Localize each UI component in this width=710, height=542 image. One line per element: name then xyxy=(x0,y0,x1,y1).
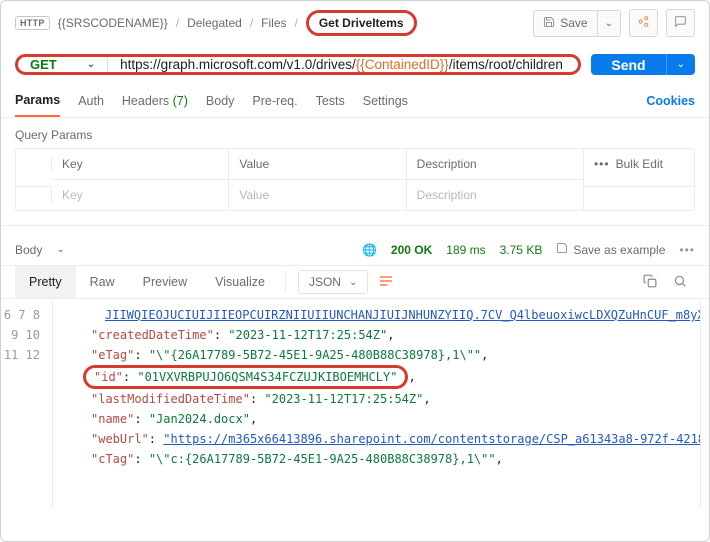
qp-header-row: Key Value Description •••Bulk Edit xyxy=(16,149,694,179)
code-area[interactable]: JIIWQIEOJUCIUIJIIEOPCUIRZNIIUIIUNCHANJIU… xyxy=(53,299,701,509)
url-variable: {{ContainedID}} xyxy=(356,57,449,72)
qp-desc-input[interactable]: Description xyxy=(407,179,584,210)
chevron-down-icon: ⌄ xyxy=(677,59,685,70)
qp-h-value: Value xyxy=(229,149,406,179)
send-group: Send ⌄ xyxy=(591,54,695,75)
crumb-2[interactable]: Files xyxy=(261,16,286,30)
view-raw[interactable]: Raw xyxy=(76,266,129,298)
code-url-frag: JIIWQIEOJUCIUIJIIEOPCUIRZNIIUIIUNCHANJIU… xyxy=(105,308,701,322)
status-code: 200 OK xyxy=(391,243,432,257)
id-highlight: "id": "01VXVRBPUJO6QSM4S34FCZUJKIBOEMHCL… xyxy=(83,365,408,389)
send-dropdown[interactable]: ⌄ xyxy=(666,54,695,75)
tab-headers[interactable]: Headers (7) xyxy=(122,86,188,116)
query-params-table: Key Value Description •••Bulk Edit Key V… xyxy=(15,148,695,211)
query-params-title: Query Params xyxy=(1,118,709,148)
send-button[interactable]: Send xyxy=(591,54,665,75)
save-icon xyxy=(543,16,555,31)
url-box: GET ⌄ https://graph.microsoft.com/v1.0/d… xyxy=(15,54,581,75)
crumb-sep: / xyxy=(176,16,179,30)
qp-value-input[interactable]: Value xyxy=(229,179,406,210)
qp-checkbox-col xyxy=(16,156,52,172)
url-row: GET ⌄ https://graph.microsoft.com/v1.0/d… xyxy=(1,44,709,85)
qp-h-key: Key xyxy=(52,149,229,179)
save-icon xyxy=(556,242,568,257)
url-prefix: https://graph.microsoft.com/v1.0/drives/ xyxy=(120,57,356,72)
qp-key-input[interactable]: Key xyxy=(52,179,229,210)
save-label: Save xyxy=(560,16,587,30)
crumb-active[interactable]: Get DriveItems xyxy=(306,10,417,36)
chevron-down-icon: ⌄ xyxy=(87,59,95,70)
tab-params[interactable]: Params xyxy=(15,85,60,117)
http-badge: HTTP xyxy=(15,16,50,30)
line-gutter: 6 7 8 9 10 11 12 xyxy=(1,299,53,509)
crumb-sep: / xyxy=(295,16,298,30)
breadcrumb: HTTP {{SRSCODENAME}} / Delegated / Files… xyxy=(1,1,709,44)
qp-empty-row[interactable]: Key Value Description xyxy=(16,179,694,210)
save-as-example[interactable]: Save as example xyxy=(556,242,665,257)
more-icon: ••• xyxy=(594,157,610,171)
tab-settings[interactable]: Settings xyxy=(363,86,408,116)
response-header: Body ⌄ 🌐 200 OK 189 ms 3.75 KB Save as e… xyxy=(1,225,709,265)
save-button[interactable]: Save xyxy=(533,10,596,37)
tab-body[interactable]: Body xyxy=(206,86,235,116)
url-input[interactable]: https://graph.microsoft.com/v1.0/drives/… xyxy=(108,57,578,72)
globe-icon[interactable]: 🌐 xyxy=(362,243,377,257)
search-icon[interactable] xyxy=(665,268,695,297)
view-preview[interactable]: Preview xyxy=(129,266,201,298)
format-select[interactable]: JSON⌄ xyxy=(298,270,368,294)
qp-h-desc: Description xyxy=(407,149,584,179)
share-button[interactable] xyxy=(629,9,658,37)
tab-prereq[interactable]: Pre-req. xyxy=(252,86,297,116)
share-icon xyxy=(637,15,650,31)
url-suffix: /items/root/children xyxy=(449,57,563,72)
method-select[interactable]: GET ⌄ xyxy=(18,57,108,72)
copy-icon[interactable] xyxy=(635,268,665,297)
chevron-down-icon: ⌄ xyxy=(605,18,613,29)
view-pretty[interactable]: Pretty xyxy=(15,266,76,298)
qp-bulk-edit[interactable]: •••Bulk Edit xyxy=(584,149,694,179)
tab-tests[interactable]: Tests xyxy=(316,86,345,116)
cookies-link[interactable]: Cookies xyxy=(646,86,695,116)
response-size: 3.75 KB xyxy=(500,243,543,257)
view-visualize[interactable]: Visualize xyxy=(201,266,279,298)
response-body: 6 7 8 9 10 11 12 JIIWQIEOJUCIUIJIIEOPCUI… xyxy=(1,299,709,509)
request-tabs: Params Auth Headers (7) Body Pre-req. Te… xyxy=(1,85,709,118)
response-body-label[interactable]: Body xyxy=(15,243,42,257)
crumb-0[interactable]: {{SRSCODENAME}} xyxy=(58,16,168,30)
save-group: Save ⌄ xyxy=(533,10,621,37)
method-label: GET xyxy=(30,57,57,72)
wrap-lines-icon[interactable] xyxy=(378,274,394,291)
chevron-down-icon[interactable]: ⌄ xyxy=(56,244,64,255)
more-icon[interactable]: ••• xyxy=(679,243,695,257)
comment-icon xyxy=(674,15,687,31)
comments-button[interactable] xyxy=(666,9,695,37)
response-view-bar: Pretty Raw Preview Visualize JSON⌄ xyxy=(1,265,709,299)
response-time: 189 ms xyxy=(446,243,485,257)
crumb-1[interactable]: Delegated xyxy=(187,16,242,30)
tab-auth[interactable]: Auth xyxy=(78,86,104,116)
chevron-down-icon: ⌄ xyxy=(349,277,357,288)
crumb-sep: / xyxy=(250,16,253,30)
save-dropdown[interactable]: ⌄ xyxy=(597,10,621,37)
